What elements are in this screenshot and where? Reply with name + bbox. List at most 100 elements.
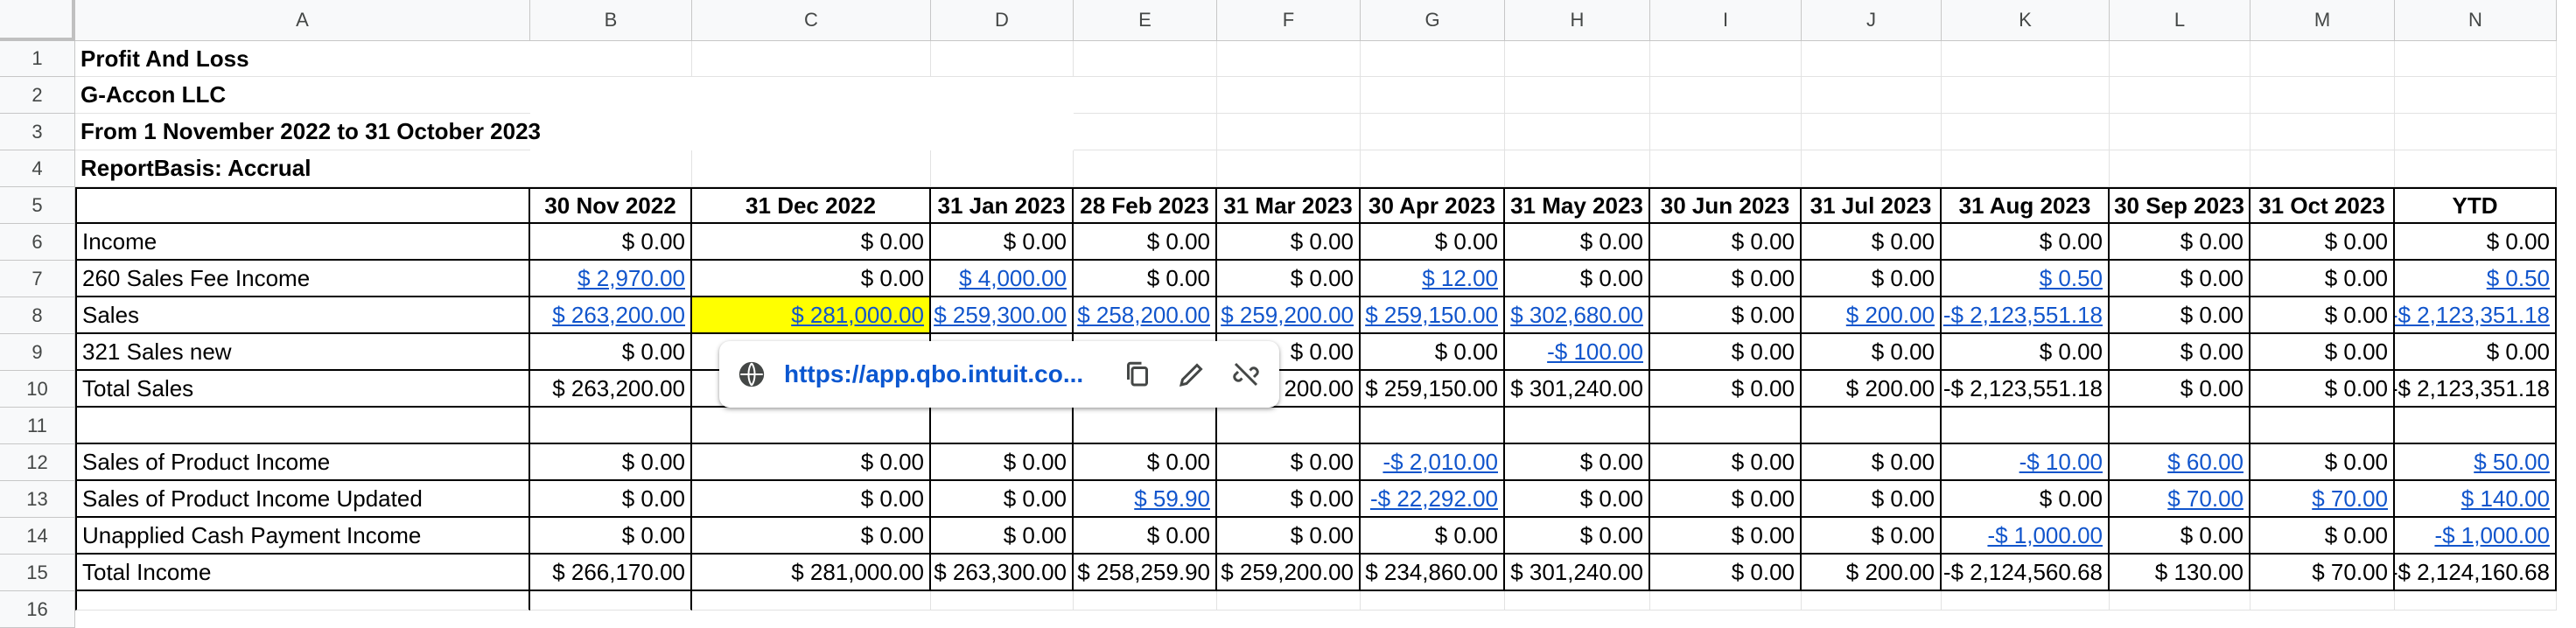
value-cell[interactable]: -$ 1,000.00 bbox=[1942, 518, 2110, 555]
value-cell[interactable]: $ 0.00 bbox=[1650, 444, 1802, 481]
row-label[interactable]: Total Income bbox=[75, 555, 530, 591]
value-cell[interactable]: $ 263,200.00 bbox=[530, 297, 692, 334]
hyperlink-value[interactable]: -$ 2,010.00 bbox=[1382, 449, 1498, 476]
value-cell[interactable]: $ 0.50 bbox=[2395, 261, 2557, 297]
value-cell[interactable]: $ 258,259.90 bbox=[1074, 555, 1217, 591]
value-cell[interactable]: $ 0.50 bbox=[1942, 261, 2110, 297]
empty-cell[interactable] bbox=[2250, 591, 2395, 611]
hyperlink-value[interactable]: $ 12.00 bbox=[1422, 265, 1498, 292]
value-cell[interactable]: $ 0.00 bbox=[1361, 224, 1505, 261]
value-cell[interactable]: $ 0.00 bbox=[2250, 224, 2395, 261]
empty-cell[interactable] bbox=[1217, 591, 1361, 611]
value-cell[interactable]: $ 0.00 bbox=[1942, 224, 2110, 261]
row-header-4[interactable]: 4 bbox=[0, 150, 75, 187]
value-cell[interactable]: $ 0.00 bbox=[1802, 224, 1942, 261]
row-header-2[interactable]: 2 bbox=[0, 77, 75, 114]
value-cell[interactable]: $ 259,300.00 bbox=[931, 297, 1074, 334]
value-cell[interactable]: $ 0.00 bbox=[1074, 444, 1217, 481]
value-cell[interactable]: $ 0.00 bbox=[2110, 518, 2250, 555]
period-header[interactable]: 28 Feb 2023 bbox=[1074, 187, 1217, 224]
hyperlink-value[interactable]: $ 140.00 bbox=[2461, 485, 2550, 513]
value-cell[interactable]: $ 0.00 bbox=[2395, 334, 2557, 371]
hyperlink-value[interactable]: $ 59.90 bbox=[1134, 485, 1210, 513]
column-header-g[interactable]: G bbox=[1361, 0, 1505, 41]
value-cell[interactable]: $ 0.00 bbox=[2250, 334, 2395, 371]
hyperlink-value[interactable]: $ 281,000.00 bbox=[791, 302, 924, 329]
empty-cell[interactable] bbox=[1650, 77, 1802, 114]
period-header[interactable]: 31 Jan 2023 bbox=[931, 187, 1074, 224]
empty-cell[interactable] bbox=[1217, 150, 1361, 187]
value-cell[interactable]: -$ 2,010.00 bbox=[1361, 444, 1505, 481]
value-cell[interactable]: $ 60.00 bbox=[2110, 444, 2250, 481]
value-cell[interactable]: $ 0.00 bbox=[1650, 555, 1802, 591]
row-header-5[interactable]: 5 bbox=[0, 187, 75, 224]
hyperlink-value[interactable]: $ 259,300.00 bbox=[934, 302, 1067, 329]
value-cell[interactable]: $ 0.00 bbox=[1361, 518, 1505, 555]
empty-cell[interactable] bbox=[1505, 41, 1650, 77]
row-header-3[interactable]: 3 bbox=[0, 114, 75, 150]
column-header-f[interactable]: F bbox=[1217, 0, 1361, 41]
empty-cell[interactable] bbox=[1505, 114, 1650, 150]
empty-cell[interactable] bbox=[1361, 114, 1505, 150]
link-url[interactable]: https://app.qbo.intuit.co... bbox=[784, 360, 1099, 388]
value-cell[interactable]: $ 0.00 bbox=[1217, 481, 1361, 518]
value-cell[interactable] bbox=[1505, 408, 1650, 444]
empty-cell[interactable] bbox=[1650, 591, 1802, 611]
title-line[interactable]: ReportBasis: Accrual bbox=[75, 150, 530, 187]
empty-cell[interactable] bbox=[1074, 150, 1217, 187]
hyperlink-value[interactable]: $ 2,970.00 bbox=[578, 265, 685, 292]
column-header-m[interactable]: M bbox=[2250, 0, 2395, 41]
period-header[interactable]: 31 Aug 2023 bbox=[1942, 187, 2110, 224]
value-cell[interactable]: $ 0.00 bbox=[692, 224, 931, 261]
hyperlink-value[interactable]: $ 263,200.00 bbox=[552, 302, 685, 329]
value-cell[interactable]: $ 259,150.00 bbox=[1361, 297, 1505, 334]
value-cell[interactable]: $ 0.00 bbox=[1217, 444, 1361, 481]
empty-cell[interactable] bbox=[1361, 591, 1505, 611]
value-cell[interactable]: $ 59.90 bbox=[1074, 481, 1217, 518]
value-cell[interactable] bbox=[1650, 408, 1802, 444]
empty-cell[interactable] bbox=[1361, 77, 1505, 114]
value-cell[interactable]: -$ 100.00 bbox=[1505, 334, 1650, 371]
value-cell[interactable]: $ 0.00 bbox=[1074, 261, 1217, 297]
value-cell[interactable]: $ 4,000.00 bbox=[931, 261, 1074, 297]
empty-cell[interactable] bbox=[2110, 114, 2250, 150]
row-header-15[interactable]: 15 bbox=[0, 555, 75, 591]
hyperlink-value[interactable]: $ 60.00 bbox=[2167, 449, 2244, 476]
row-label[interactable]: 260 Sales Fee Income bbox=[75, 261, 530, 297]
hyperlink-value[interactable]: $ 70.00 bbox=[2312, 485, 2388, 513]
value-cell[interactable]: -$ 2,123,551.18 bbox=[1942, 371, 2110, 408]
value-cell[interactable]: -$ 2,123,351.18 bbox=[2395, 297, 2557, 334]
value-cell[interactable]: $ 259,200.00 bbox=[1217, 555, 1361, 591]
value-cell[interactable]: $ 0.00 bbox=[1802, 518, 1942, 555]
value-cell[interactable]: $ 263,200.00 bbox=[530, 371, 692, 408]
period-header[interactable]: 31 Mar 2023 bbox=[1217, 187, 1361, 224]
empty-cell[interactable] bbox=[2250, 114, 2395, 150]
hyperlink-value[interactable]: -$ 2,123,351.18 bbox=[2395, 302, 2550, 329]
value-cell[interactable]: -$ 2,124,160.68 bbox=[2395, 555, 2557, 591]
value-cell[interactable]: $ 0.00 bbox=[1650, 371, 1802, 408]
value-cell[interactable] bbox=[1942, 408, 2110, 444]
empty-cell[interactable] bbox=[2250, 150, 2395, 187]
value-cell[interactable]: $ 130.00 bbox=[2110, 555, 2250, 591]
value-cell[interactable]: -$ 2,123,351.18 bbox=[2395, 371, 2557, 408]
table-header-blank[interactable] bbox=[75, 187, 530, 224]
hyperlink-value[interactable]: $ 258,200.00 bbox=[1077, 302, 1210, 329]
empty-cell[interactable] bbox=[2395, 114, 2557, 150]
row-header-7[interactable]: 7 bbox=[0, 261, 75, 297]
value-cell[interactable] bbox=[1074, 408, 1217, 444]
empty-cell[interactable] bbox=[1074, 591, 1217, 611]
value-cell[interactable]: $ 0.00 bbox=[1074, 518, 1217, 555]
empty-cell[interactable] bbox=[2395, 41, 2557, 77]
empty-cell[interactable] bbox=[2110, 77, 2250, 114]
row-label[interactable]: Total Sales bbox=[75, 371, 530, 408]
value-cell[interactable]: $ 0.00 bbox=[1217, 224, 1361, 261]
hyperlink-value[interactable]: $ 259,200.00 bbox=[1221, 302, 1354, 329]
value-cell[interactable]: $ 263,300.00 bbox=[931, 555, 1074, 591]
empty-cell[interactable] bbox=[931, 41, 1074, 77]
row-label[interactable]: Unapplied Cash Payment Income bbox=[75, 518, 530, 555]
hyperlink-value[interactable]: $ 50.00 bbox=[2474, 449, 2550, 476]
empty-cell[interactable] bbox=[2110, 150, 2250, 187]
value-cell[interactable]: $ 0.00 bbox=[1505, 481, 1650, 518]
value-cell[interactable]: $ 0.00 bbox=[1942, 334, 2110, 371]
value-cell[interactable] bbox=[1802, 408, 1942, 444]
